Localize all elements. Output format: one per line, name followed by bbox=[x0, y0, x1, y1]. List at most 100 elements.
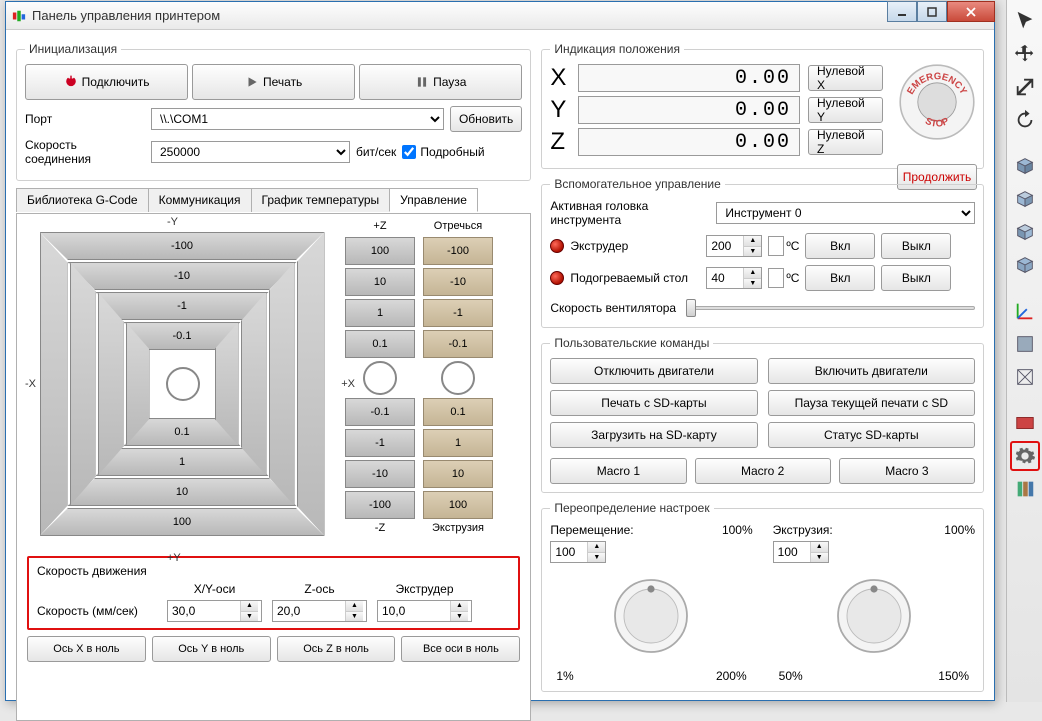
tab-control[interactable]: Управление bbox=[389, 188, 478, 212]
jog-x-minus-100[interactable] bbox=[40, 232, 68, 536]
jog-z-n1[interactable]: -1 bbox=[345, 429, 415, 457]
sd-upload-button[interactable]: Загрузить на SD-карту bbox=[550, 422, 757, 448]
aux-group: Вспомогательное управление Активная голо… bbox=[541, 177, 984, 328]
tool-move[interactable] bbox=[1010, 39, 1040, 69]
motors-on-button[interactable]: Включить двигатели bbox=[768, 358, 975, 384]
tab-communication[interactable]: Коммуникация bbox=[148, 188, 252, 212]
connect-button[interactable]: Подключить bbox=[25, 64, 188, 100]
zero-y-button[interactable]: Нулевой Y bbox=[808, 97, 883, 123]
tool-view-top[interactable] bbox=[1010, 151, 1040, 181]
refresh-button[interactable]: Обновить bbox=[450, 106, 522, 132]
home-x-button[interactable]: Ось X в ноль bbox=[27, 636, 146, 662]
zero-x-button[interactable]: Нулевой X bbox=[808, 65, 883, 91]
jog-y-minus-10[interactable]: -10 bbox=[68, 262, 297, 290]
label-plus-z: +Z bbox=[373, 220, 386, 232]
jog-y-plus-10[interactable]: 10 bbox=[68, 478, 297, 506]
close-button[interactable] bbox=[947, 1, 995, 22]
override-move-knob[interactable] bbox=[606, 571, 696, 661]
jog-z-1[interactable]: 1 bbox=[345, 299, 415, 327]
jog-e-n01[interactable]: -0.1 bbox=[423, 330, 493, 358]
jog-z-100[interactable]: 100 bbox=[345, 237, 415, 265]
jog-z-n01[interactable]: -0.1 bbox=[345, 398, 415, 426]
jog-z-10[interactable]: 10 bbox=[345, 268, 415, 296]
jog-e-100[interactable]: 100 bbox=[423, 491, 493, 519]
maximize-button[interactable] bbox=[917, 1, 947, 22]
bed-off[interactable]: Выкл bbox=[881, 265, 951, 291]
tool-view-front[interactable] bbox=[1010, 184, 1040, 214]
print-button[interactable]: Печать bbox=[192, 64, 355, 100]
speed-legend: Скорость движения bbox=[37, 564, 510, 578]
jog-y-plus-1[interactable]: 1 bbox=[96, 448, 269, 476]
macro-2-button[interactable]: Macro 2 bbox=[695, 458, 831, 484]
jog-x-minus-10[interactable] bbox=[70, 262, 96, 506]
tool-layers[interactable] bbox=[1010, 474, 1040, 504]
home-y-button[interactable]: Ось Y в ноль bbox=[152, 636, 271, 662]
zero-z-button[interactable]: Нулевой Z bbox=[808, 129, 883, 155]
jog-e-10[interactable]: 10 bbox=[423, 460, 493, 488]
jog-z-home[interactable] bbox=[363, 361, 397, 395]
macro-1-button[interactable]: Macro 1 bbox=[550, 458, 686, 484]
override-extr-knob[interactable] bbox=[829, 571, 919, 661]
sd-pause-button[interactable]: Пауза текущей печати с SD bbox=[768, 390, 975, 416]
jog-y-plus-100[interactable]: 100 bbox=[40, 508, 325, 536]
tool-rotate[interactable] bbox=[1010, 105, 1040, 135]
home-z-button[interactable]: Ось Z в ноль bbox=[277, 636, 396, 662]
tool-cursor[interactable] bbox=[1010, 6, 1040, 36]
tool-settings[interactable] bbox=[1010, 441, 1040, 471]
jog-x-plus-10[interactable] bbox=[269, 262, 295, 506]
tab-temperature-graph[interactable]: График температуры bbox=[251, 188, 391, 212]
fan-slider[interactable] bbox=[686, 297, 975, 319]
motors-off-button[interactable]: Отключить двигатели bbox=[550, 358, 757, 384]
extruder-off[interactable]: Выкл bbox=[881, 233, 951, 259]
position-group: Индикация положения X 0.00 Нулевой X Y 0… bbox=[541, 42, 984, 169]
tool-scale[interactable] bbox=[1010, 72, 1040, 102]
verbose-check-input[interactable] bbox=[402, 145, 416, 159]
bed-temp-input[interactable]: ▲▼ bbox=[706, 267, 762, 289]
jog-e-home[interactable] bbox=[441, 361, 475, 395]
pos-y-display: 0.00 bbox=[578, 96, 800, 124]
right-column: Индикация положения X 0.00 Нулевой X Y 0… bbox=[541, 42, 984, 690]
speed-e-label: Экструдер bbox=[377, 582, 472, 596]
home-all-button[interactable]: Все оси в ноль bbox=[401, 636, 520, 662]
jog-z-01[interactable]: 0.1 bbox=[345, 330, 415, 358]
extruder-temp-input[interactable]: ▲▼ bbox=[706, 235, 762, 257]
bed-on[interactable]: Вкл bbox=[805, 265, 875, 291]
tool-view-iso[interactable] bbox=[1010, 250, 1040, 280]
emergency-stop[interactable]: EMERGENCY STOP bbox=[897, 62, 977, 142]
speed-z-input[interactable]: ▲▼ bbox=[272, 600, 367, 622]
sd-status-button[interactable]: Статус SD-карты bbox=[768, 422, 975, 448]
toolhead-select[interactable]: Инструмент 0 bbox=[716, 202, 975, 224]
speed-e-input[interactable]: ▲▼ bbox=[377, 600, 472, 622]
speed-xy-input[interactable]: ▲▼ bbox=[167, 600, 262, 622]
jog-e-01[interactable]: 0.1 bbox=[423, 398, 493, 426]
jog-y-minus-1[interactable]: -1 bbox=[96, 292, 269, 320]
baud-select[interactable]: 250000 bbox=[151, 141, 350, 163]
pause-button[interactable]: Пауза bbox=[359, 64, 522, 100]
jog-e-n10[interactable]: -10 bbox=[423, 268, 493, 296]
tool-axes[interactable] bbox=[1010, 296, 1040, 326]
jog-x-plus-1[interactable] bbox=[241, 292, 267, 476]
tool-render[interactable] bbox=[1010, 408, 1040, 438]
jog-e-n1[interactable]: -1 bbox=[423, 299, 493, 327]
macro-3-button[interactable]: Macro 3 bbox=[839, 458, 975, 484]
jog-x-minus-1[interactable] bbox=[98, 292, 124, 476]
verbose-checkbox[interactable]: Подробный bbox=[402, 145, 522, 159]
jog-e-1[interactable]: 1 bbox=[423, 429, 493, 457]
minimize-button[interactable] bbox=[887, 1, 917, 22]
jog-z-n10[interactable]: -10 bbox=[345, 460, 415, 488]
tool-view-side[interactable] bbox=[1010, 217, 1040, 247]
tool-shaded[interactable] bbox=[1010, 329, 1040, 359]
e-column: Отречься -100 -10 -1 -0.1 0.1 1 10 100 bbox=[423, 220, 493, 536]
tab-gcode-library[interactable]: Библиотека G-Code bbox=[16, 188, 149, 212]
jog-e-n100[interactable]: -100 bbox=[423, 237, 493, 265]
tool-wireframe[interactable] bbox=[1010, 362, 1040, 392]
jog-x-plus-100[interactable] bbox=[297, 232, 325, 536]
override-extr-input[interactable]: ▲▼ bbox=[773, 541, 829, 563]
jog-z-n100[interactable]: -100 bbox=[345, 491, 415, 519]
port-select[interactable]: \\.\COM1 bbox=[151, 108, 444, 130]
jog-y-minus-100[interactable]: -100 bbox=[40, 232, 325, 260]
extruder-on[interactable]: Вкл bbox=[805, 233, 875, 259]
override-move-input[interactable]: ▲▼ bbox=[550, 541, 606, 563]
jog-xy-home[interactable] bbox=[166, 367, 200, 401]
sd-print-button[interactable]: Печать с SD-карты bbox=[550, 390, 757, 416]
